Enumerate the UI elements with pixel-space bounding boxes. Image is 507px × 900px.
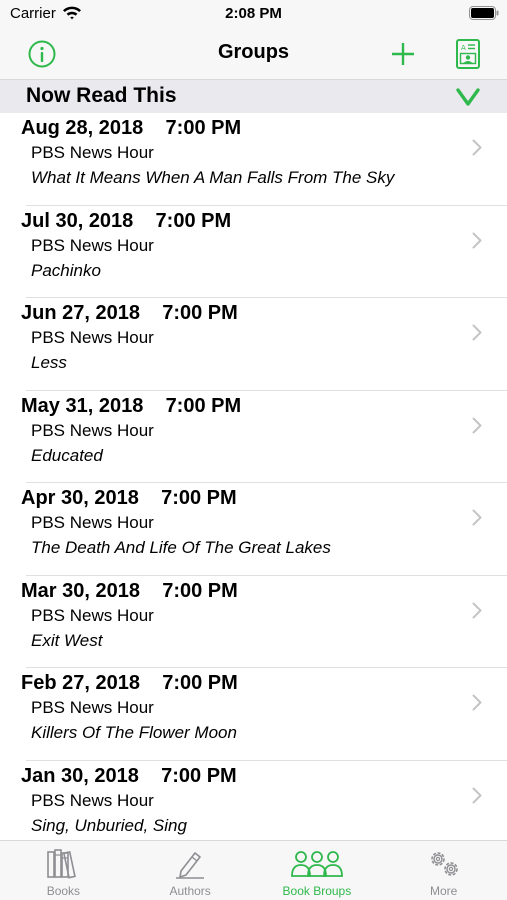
tab-bar: Books Authors Book Broups More [0,840,507,900]
groups-icon [254,847,381,881]
navigation-bar: Groups A [0,28,507,80]
status-bar: Carrier 2:08 PM [0,0,507,28]
tab-more[interactable]: More [380,841,507,900]
event-row[interactable]: Jul 30, 2018 7:00 PM PBS News Hour Pachi… [0,206,507,299]
tab-label: Books [46,884,81,898]
time-text: 7:00 PM [155,209,232,232]
event-show: PBS News Hour [31,698,154,717]
chevron-right-icon [472,694,482,716]
event-date: Jul 30, 2018 7:00 PM [21,210,231,233]
event-show: PBS News Hour [31,513,154,532]
chevron-down-icon[interactable] [456,87,480,112]
date-text: Mar 30, 2018 [21,579,140,602]
chevron-right-icon [472,509,482,531]
chevron-right-icon [472,232,482,254]
event-book-title: Sing, Unburied, Sing [31,815,187,835]
add-button[interactable] [385,36,421,72]
section-header[interactable]: Now Read This [0,80,507,113]
event-row[interactable]: May 31, 2018 7:00 PM PBS News Hour Educa… [0,391,507,484]
event-show: PBS News Hour [31,235,154,255]
event-list: Aug 28, 2018 7:00 PM PBS News Hour What … [0,113,507,840]
gears-icon [380,847,507,881]
status-time: 2:08 PM [225,5,282,22]
event-date: Feb 27, 2018 7:00 PM [21,672,238,695]
books-icon [0,847,127,881]
date-text: May 31, 2018 [21,394,144,417]
section-title: Now Read This [26,84,177,107]
time-text: 7:00 PM [165,394,242,417]
chevron-right-icon [472,602,482,624]
tab-label: More [429,884,458,898]
event-date: Jun 27, 2018 7:00 PM [21,302,238,325]
plus-icon [392,43,414,65]
chevron-right-icon [472,324,482,346]
event-show: PBS News Hour [31,790,154,810]
tab-books[interactable]: Books [0,841,127,900]
event-show: PBS News Hour [31,328,154,347]
event-row[interactable]: Mar 30, 2018 7:00 PM PBS News Hour Exit … [0,576,507,669]
event-date: May 31, 2018 7:00 PM [21,395,241,418]
event-date: Apr 30, 2018 7:00 PM [21,487,237,510]
svg-text:A: A [461,44,466,52]
pencil-icon [127,847,254,881]
event-show: PBS News Hour [31,143,154,162]
time-text: 7:00 PM [162,672,238,694]
date-text: Jul 30, 2018 [21,209,134,232]
date-text: Feb 27, 2018 [21,672,140,694]
event-row[interactable]: Aug 28, 2018 7:00 PM PBS News Hour What … [0,113,507,206]
event-date: Aug 28, 2018 7:00 PM [21,117,241,140]
contact-card-icon: A [456,39,480,69]
time-text: 7:00 PM [165,117,242,139]
time-text: 7:00 PM [161,764,237,787]
time-text: 7:00 PM [162,579,238,602]
event-date: Jan 30, 2018 7:00 PM [21,765,237,788]
date-text: Jan 30, 2018 [21,764,139,787]
event-show: PBS News Hour [31,420,154,440]
contact-card-button[interactable]: A [450,36,486,72]
chevron-right-icon [472,139,482,161]
event-book-title: Educated [31,445,103,465]
event-book-title: Pachinko [31,260,101,280]
chevron-right-icon [472,417,482,439]
event-book-title: The Death And Life Of The Great Lakes [31,538,331,557]
time-text: 7:00 PM [161,487,237,509]
event-book-title: Exit West [31,630,103,650]
event-row[interactable]: Apr 30, 2018 7:00 PM PBS News Hour The D… [0,483,507,576]
date-text: Aug 28, 2018 [21,117,144,139]
chevron-right-icon [472,787,482,809]
event-row[interactable]: Jan 30, 2018 7:00 PM PBS News Hour Sing,… [0,761,507,841]
event-row[interactable]: Feb 27, 2018 7:00 PM PBS News Hour Kille… [0,668,507,761]
event-show: PBS News Hour [31,605,154,625]
time-text: 7:00 PM [162,302,238,324]
event-row[interactable]: Jun 27, 2018 7:00 PM PBS News Hour Less [0,298,507,391]
tab-label: Book Broups [282,884,352,898]
battery-icon [469,6,499,25]
page-title: Groups [217,41,290,63]
event-book-title: Less [31,353,67,372]
event-book-title: What It Means When A Man Falls From The … [31,168,395,187]
tab-authors[interactable]: Authors [127,841,254,900]
date-text: Jun 27, 2018 [21,302,140,324]
event-book-title: Killers Of The Flower Moon [31,723,237,742]
tab-label: Authors [169,884,211,898]
tab-book-groups[interactable]: Book Broups [254,841,381,900]
date-text: Apr 30, 2018 [21,487,139,509]
event-date: Mar 30, 2018 7:00 PM [21,580,238,603]
